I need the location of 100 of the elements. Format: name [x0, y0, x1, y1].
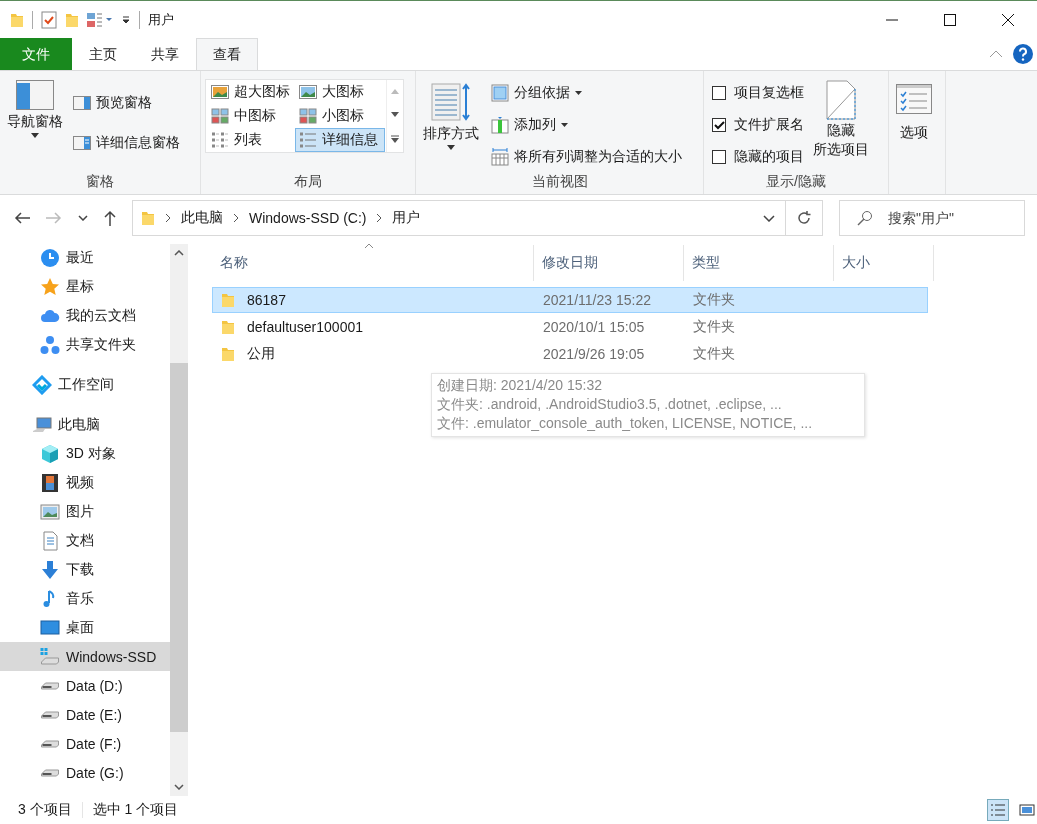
- up-icon[interactable]: [104, 210, 116, 226]
- sidebar-item[interactable]: 桌面: [0, 613, 170, 642]
- view-option[interactable]: 详细信息: [295, 128, 385, 152]
- chevron-down-icon[interactable]: [763, 214, 775, 222]
- sidebar-item[interactable]: 我的云文档: [0, 301, 170, 330]
- back-icon[interactable]: [14, 212, 30, 224]
- date-cell-text: 2020/10/1 15:05: [542, 319, 646, 335]
- sidebar-item[interactable]: Date (G:): [0, 758, 170, 787]
- file-row[interactable]: defaultuser100001 2020/10/1 15:05 文件夹: [212, 314, 928, 340]
- chevron-up-icon[interactable]: [989, 50, 1003, 58]
- sidebar-item[interactable]: 文档: [0, 526, 170, 555]
- date-cell-text: 2021/11/23 15:22: [542, 292, 652, 308]
- checkbox[interactable]: [712, 118, 726, 132]
- details-pane-button[interactable]: 详细信息窗格: [70, 131, 183, 155]
- expand-icon[interactable]: [391, 135, 399, 143]
- breadcrumb[interactable]: Windows-SSD (C:): [249, 210, 367, 226]
- scrollbar[interactable]: [170, 244, 188, 796]
- cube-icon: [40, 443, 60, 464]
- grid-icon: [211, 108, 229, 124]
- preview-pane-button[interactable]: 预览窗格: [70, 91, 183, 115]
- sidebar-item[interactable]: 最近: [0, 243, 170, 272]
- chevron-right-icon[interactable]: [376, 213, 383, 223]
- scroll-down-icon[interactable]: [174, 784, 184, 790]
- column-header[interactable]: 类型: [684, 245, 834, 281]
- chevron-right-icon[interactable]: [233, 213, 239, 223]
- folder-icon: [221, 346, 235, 362]
- column-header[interactable]: 大小: [834, 245, 934, 281]
- breadcrumb[interactable]: 此电脑: [181, 209, 223, 227]
- details-view-icon[interactable]: [987, 799, 1009, 821]
- image-icon: [40, 501, 60, 522]
- search-field[interactable]: 搜索"用户": [839, 200, 1025, 236]
- sidebar-item[interactable]: 共享文件夹: [0, 330, 170, 359]
- drive-icon: [40, 648, 60, 665]
- selection-count: 选中 1 个项目: [92, 801, 179, 819]
- sidebar-item[interactable]: 图片: [0, 497, 170, 526]
- view-option[interactable]: 超大图标: [207, 80, 295, 104]
- drive-icon: [40, 681, 60, 690]
- caret-icon: [31, 133, 39, 138]
- sidebar-item[interactable]: 星标: [0, 272, 170, 301]
- ribbon-tab[interactable]: 查看: [196, 38, 258, 70]
- image-icon: [299, 85, 317, 99]
- sidebar-item[interactable]: Data (D:): [0, 671, 170, 700]
- view-option[interactable]: 列表: [207, 128, 295, 152]
- view-option[interactable]: 中图标: [207, 104, 295, 128]
- options-button[interactable]: 选项: [893, 77, 935, 191]
- scroll-up-icon[interactable]: [174, 250, 184, 256]
- view-option[interactable]: 小图标: [295, 104, 385, 128]
- breadcrumb[interactable]: 用户: [392, 209, 421, 227]
- checkbox[interactable]: [712, 150, 726, 164]
- file-name: defaultuser100001: [247, 319, 363, 335]
- tooltip-text: 创建日期: 2021/4/20 15:32: [437, 376, 603, 395]
- checkbox[interactable]: [712, 86, 726, 100]
- drive-icon: [40, 768, 60, 777]
- sidebar-item[interactable]: 音乐: [0, 584, 170, 613]
- scroll-down-icon[interactable]: [391, 112, 399, 117]
- details-icon: [299, 132, 317, 148]
- address-bar[interactable]: 此电脑 Windows-SSD (C:) 用户: [132, 200, 823, 236]
- add-columns-button[interactable]: 添加列: [488, 113, 685, 137]
- sort-by-button[interactable]: 排序方式: [420, 77, 482, 173]
- hide-selected-button[interactable]: 隐藏 所选项目: [810, 77, 872, 173]
- group-label: 显示/隐藏: [765, 173, 827, 191]
- column-header[interactable]: 修改日期: [534, 245, 684, 281]
- sidebar-item[interactable]: Date (F:): [0, 729, 170, 758]
- column-header[interactable]: 名称: [212, 245, 534, 281]
- large-icons-view-icon[interactable]: [1019, 802, 1035, 818]
- option-checkbox[interactable]: 隐藏的项目: [712, 146, 804, 168]
- folder-icon: [141, 210, 155, 226]
- sidebar-item[interactable]: 视频: [0, 468, 170, 497]
- view-option[interactable]: 大图标: [295, 80, 385, 104]
- checklist-icon[interactable]: [41, 10, 57, 29]
- sidebar-item[interactable]: 下载: [0, 555, 170, 584]
- navigation-pane-button[interactable]: 导航窗格: [4, 77, 66, 173]
- ribbon-tab[interactable]: 文件: [0, 38, 72, 70]
- caret-icon: [575, 91, 582, 95]
- date-cell-text: 2021/9/26 19:05: [542, 346, 646, 362]
- sidebar-item[interactable]: Windows-SSD: [0, 642, 170, 671]
- sidebar-item[interactable]: 3D 对象: [0, 439, 170, 468]
- view-icon[interactable]: [87, 11, 113, 28]
- file-row[interactable]: 86187 2021/11/23 15:22 文件夹: [212, 287, 928, 313]
- sidebar-item[interactable]: 工作空间: [0, 370, 170, 399]
- clock-icon: [40, 247, 60, 268]
- type-cell-text: 文件夹: [692, 318, 736, 336]
- size-columns-button[interactable]: 将所有列调整为合适的大小: [488, 145, 685, 169]
- chevron-right-icon[interactable]: [165, 213, 171, 223]
- group-label: 布局: [293, 173, 323, 191]
- option-checkbox[interactable]: 文件扩展名: [712, 114, 804, 136]
- search-icon: [857, 210, 873, 226]
- chevron-down-icon[interactable]: [78, 215, 88, 221]
- option-checkbox[interactable]: 项目复选框: [712, 82, 804, 104]
- group-by-button[interactable]: 分组依据: [488, 81, 685, 105]
- scrollbar-thumb[interactable]: [170, 363, 188, 732]
- image-icon: [211, 85, 229, 99]
- grid-icon: [299, 108, 317, 124]
- help-icon[interactable]: [1013, 44, 1033, 64]
- file-row[interactable]: 公用 2021/9/26 19:05 文件夹: [212, 341, 928, 367]
- sidebar-item[interactable]: 此电脑: [0, 410, 170, 439]
- refresh-icon[interactable]: [796, 210, 812, 226]
- sidebar-item[interactable]: Date (E:): [0, 700, 170, 729]
- caret-icon[interactable]: [121, 14, 131, 25]
- tooltip-text: 文件夹: .android, .AndroidStudio3.5, .dotnet, .eclipse, ...: [437, 395, 783, 414]
